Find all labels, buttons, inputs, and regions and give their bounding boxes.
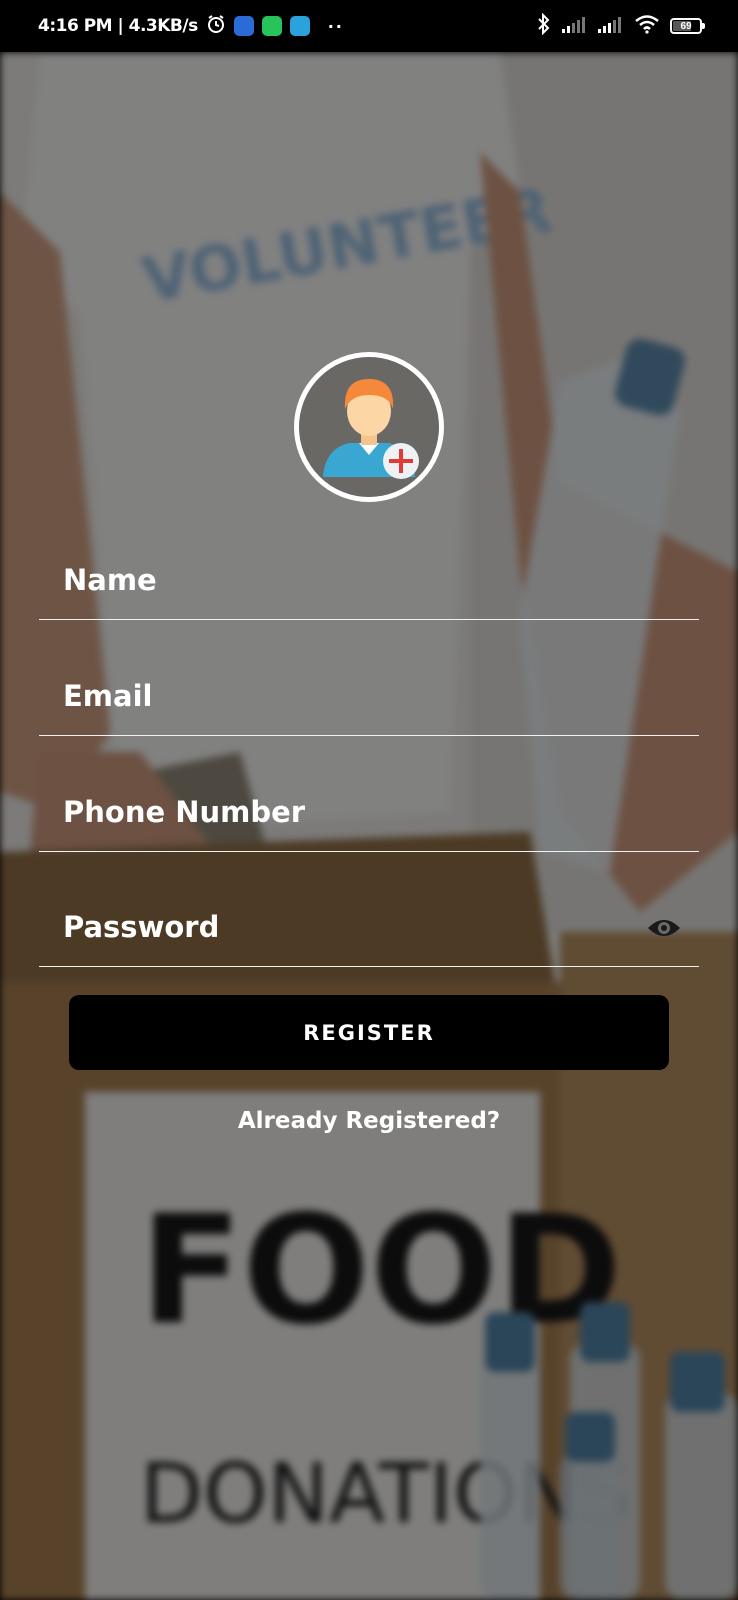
phone-field <box>39 776 699 852</box>
wifi-icon <box>634 14 660 39</box>
password-input[interactable] <box>63 903 623 951</box>
name-field <box>39 544 699 620</box>
whatsapp-icon <box>261 16 282 36</box>
add-profile-photo-icon <box>299 357 439 497</box>
more-notifications-indicator: ·· <box>327 16 344 36</box>
show-password-eye-icon[interactable] <box>647 915 681 941</box>
telegram-icon <box>289 16 310 36</box>
alarm-icon <box>206 14 226 39</box>
signal-icon <box>598 14 624 39</box>
register-button[interactable]: Register <box>69 995 669 1070</box>
battery-icon: 69 <box>670 18 705 34</box>
phone-number-input[interactable] <box>63 788 623 836</box>
password-field <box>39 891 699 967</box>
status-left: 4:16 PM | 4.3KB/s ·· <box>38 12 344 40</box>
bluetooth-icon <box>536 12 552 40</box>
name-input[interactable] <box>63 556 623 604</box>
battery-fill <box>673 21 691 31</box>
status-time-speed: 4:16 PM | 4.3KB/s <box>38 16 198 36</box>
signal-icon <box>562 14 588 39</box>
already-registered-link[interactable]: Already Registered? <box>0 1108 738 1134</box>
email-input[interactable] <box>63 672 623 720</box>
status-bar: 4:16 PM | 4.3KB/s ·· 69 <box>0 0 738 52</box>
email-field <box>39 660 699 736</box>
status-right: 69 <box>536 12 705 40</box>
messages-app-icon <box>233 16 254 36</box>
profile-photo-picker[interactable] <box>294 352 444 502</box>
